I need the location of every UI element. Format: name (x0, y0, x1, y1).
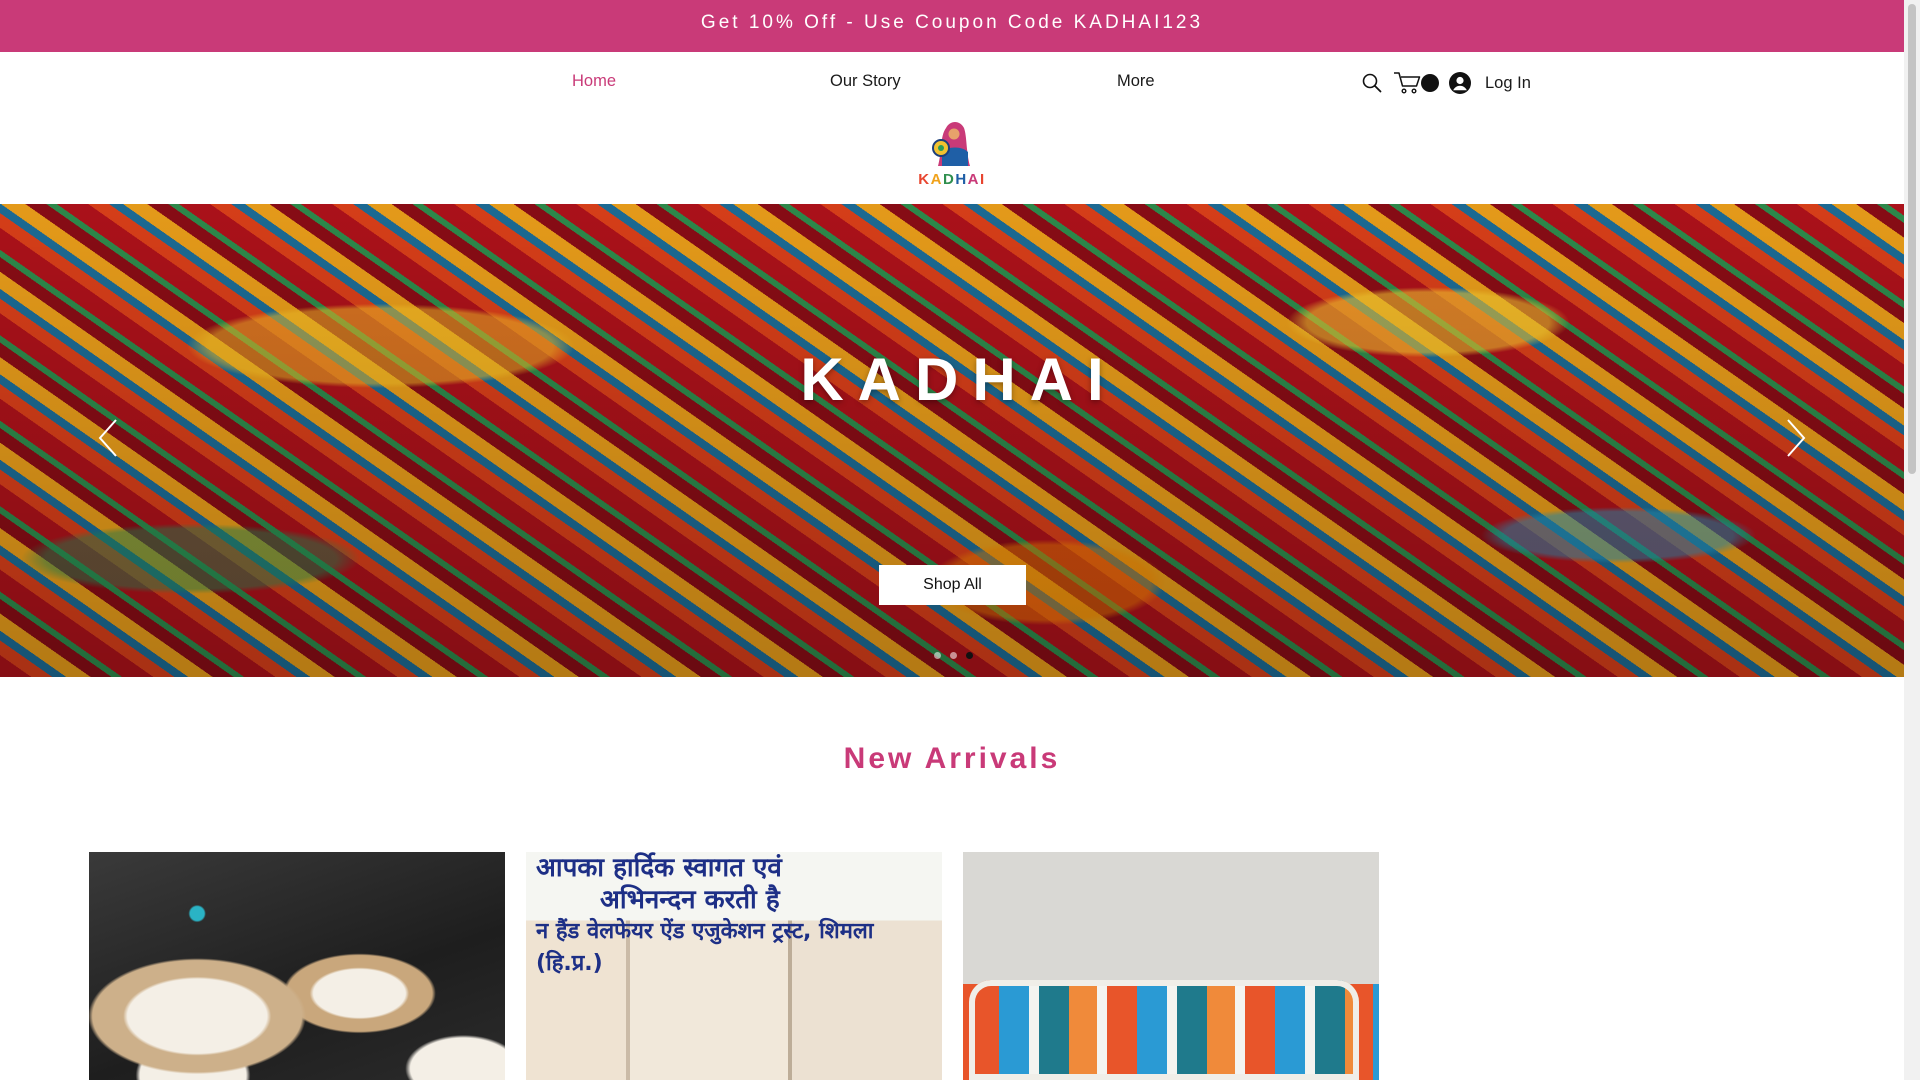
cart-icon (1394, 72, 1421, 94)
crochet-pouch-image (969, 980, 1359, 1080)
scrollbar-thumb[interactable] (1908, 4, 1916, 474)
product-card-coasters[interactable] (89, 852, 505, 1080)
login-label: Log In (1485, 73, 1531, 92)
nav-home[interactable]: Home (572, 72, 616, 91)
nav-our-story[interactable]: Our Story (830, 72, 901, 91)
site-header: Home Our Story More Log In KADHAI (0, 52, 1904, 204)
promo-text: Get 10% Off - Use Coupon Code KADHAI123 (700, 12, 1204, 33)
cart-count-badge (1421, 74, 1439, 92)
previous-slide-arrow-icon[interactable] (96, 418, 120, 458)
logo-text: KADHAI (918, 171, 986, 188)
new-arrivals-heading: New Arrivals (843, 742, 1061, 775)
search-icon[interactable] (1361, 72, 1383, 94)
main-nav: Home Our Story More (0, 72, 1904, 102)
product-card-tote-bags[interactable]: आपका हार्दिक स्वागत एवं अभिनन्दन करती है… (526, 852, 942, 1080)
user-avatar-icon (1449, 72, 1471, 94)
cart-button[interactable] (1393, 70, 1439, 96)
product-image-banner-text: आपका हार्दिक स्वागत एवं अभिनन्दन करती है… (536, 853, 874, 976)
nav-more[interactable]: More (1117, 72, 1155, 91)
site-logo[interactable]: KADHAI (916, 118, 988, 188)
login-button[interactable]: Log In (1449, 69, 1531, 97)
slide-dot[interactable] (950, 652, 957, 659)
hero-slideshow: KADHAI Shop All (0, 204, 1904, 677)
product-card-crochet-pouch[interactable] (963, 852, 1379, 1080)
slide-dot[interactable] (934, 652, 941, 659)
shop-all-button[interactable]: Shop All (879, 565, 1026, 605)
logo-artisan-icon (932, 122, 970, 166)
promo-banner: Get 10% Off - Use Coupon Code KADHAI123 (0, 0, 1904, 52)
slide-dot-active[interactable] (966, 652, 973, 659)
page-scrollbar[interactable] (1904, 0, 1920, 1080)
hero-title: KADHAI (800, 346, 1118, 413)
hero-background-image (0, 204, 1904, 677)
next-slide-arrow-icon[interactable] (1784, 418, 1808, 458)
slide-indicators (934, 652, 973, 659)
